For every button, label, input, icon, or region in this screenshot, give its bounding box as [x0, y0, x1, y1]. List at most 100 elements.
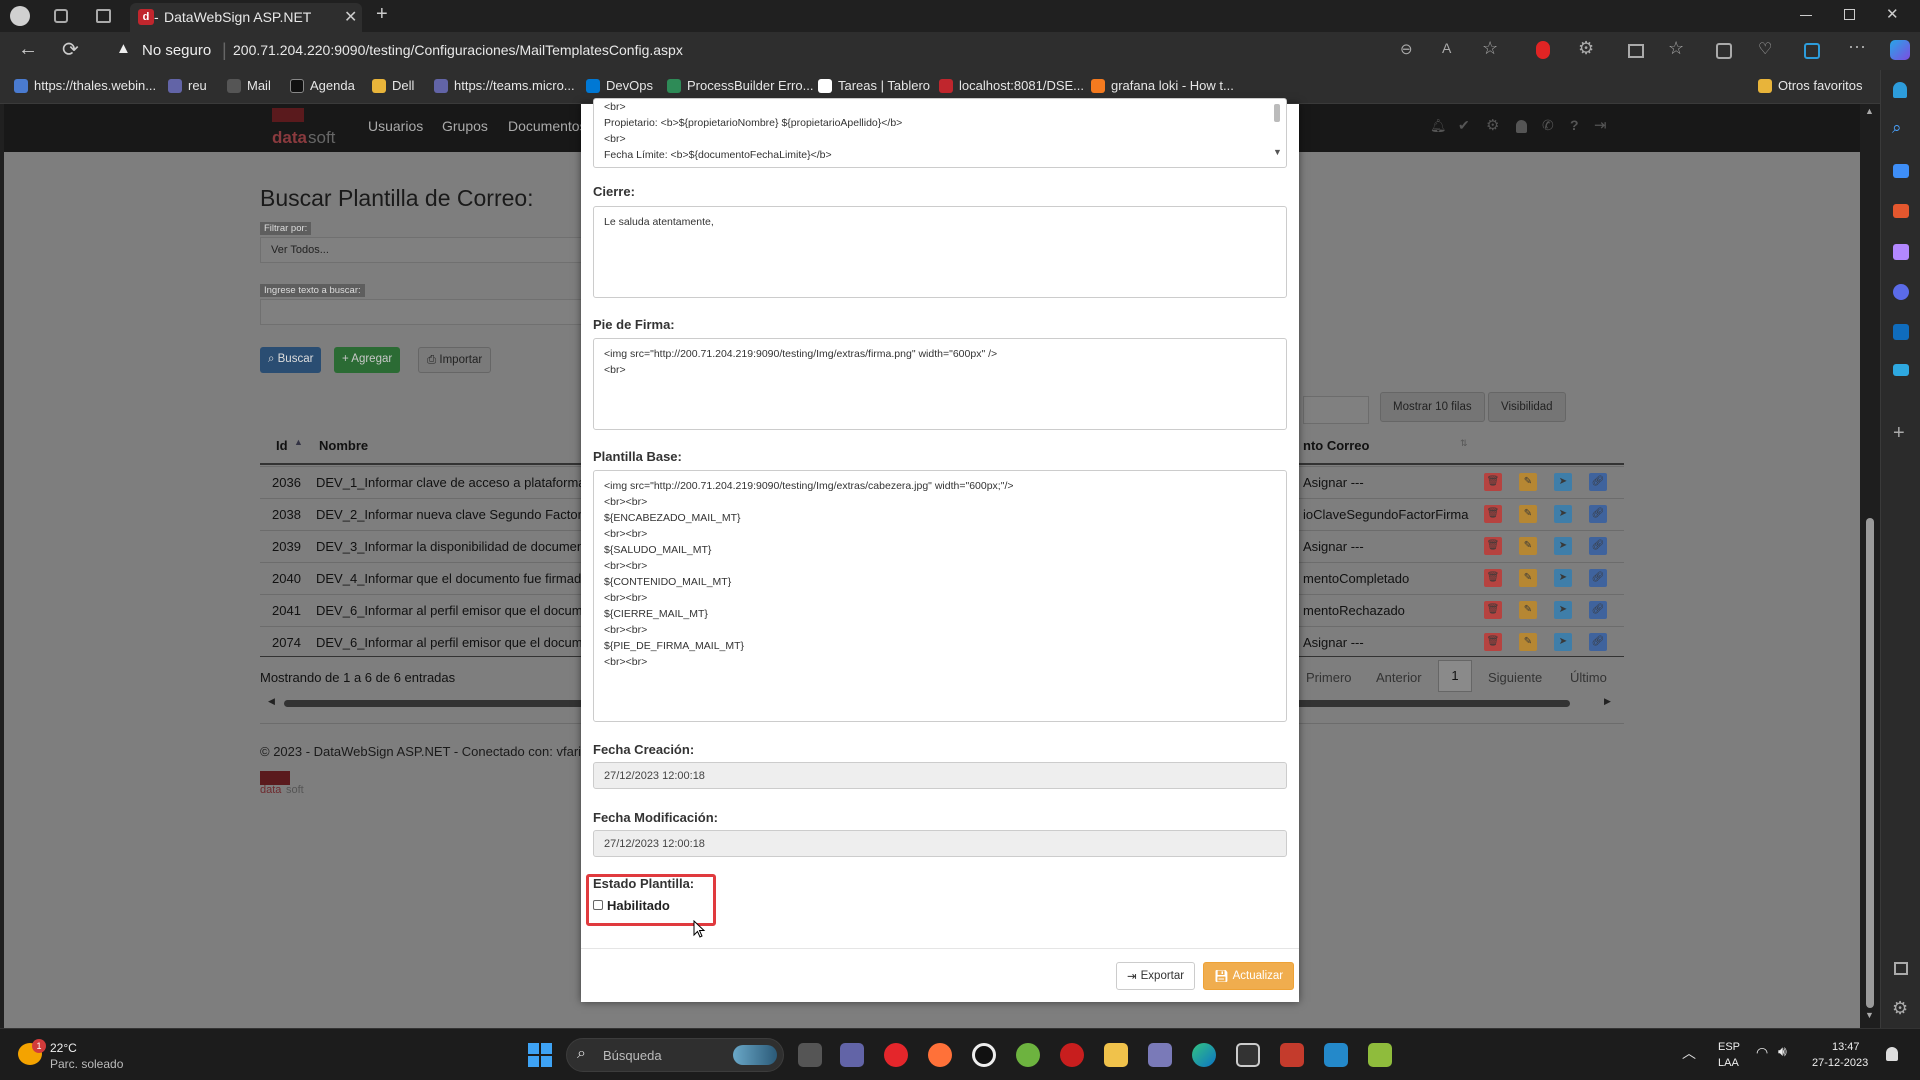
weather-desc[interactable]: Parc. soleado — [50, 1057, 123, 1071]
tools-icon[interactable] — [1893, 204, 1909, 218]
close-tab-icon[interactable]: ✕ — [344, 7, 357, 27]
url-text[interactable]: 200.71.204.220:9090/testing/Configuracio… — [233, 42, 683, 58]
base-template-textarea[interactable]: <img src="http://200.71.204.219:9090/tes… — [593, 470, 1287, 722]
fav-item-2[interactable]: Mail — [227, 78, 271, 93]
phone-icon[interactable]: ✆ — [1542, 117, 1554, 134]
link-icon[interactable]: 🔗︎ — [1589, 473, 1607, 491]
opera-icon[interactable] — [884, 1043, 908, 1067]
more-icon[interactable]: ⋯ — [1848, 37, 1866, 58]
pager-last[interactable]: Último — [1570, 670, 1607, 685]
add-button[interactable]: + Agregar — [334, 347, 401, 373]
fav-item-8[interactable]: Tareas | Tablero — [818, 78, 930, 93]
export-button[interactable]: ⇥ Exportar — [1116, 962, 1196, 990]
enabled-label[interactable]: Habilitado — [607, 898, 670, 913]
extensions-icon[interactable]: ⚙ — [1578, 38, 1594, 59]
games-icon[interactable] — [1893, 244, 1909, 260]
weather-temp[interactable]: 22°C — [50, 1041, 77, 1055]
windows-start-icon[interactable] — [528, 1043, 552, 1067]
pager-next[interactable]: Siguiente — [1488, 670, 1542, 685]
closing-textarea[interactable]: Le saluda atentamente, — [593, 206, 1287, 298]
task-view-icon[interactable] — [798, 1043, 822, 1067]
edit-icon[interactable]: ✎ — [1519, 473, 1537, 491]
gear-icon[interactable]: ⚙ — [1486, 116, 1499, 134]
search-icon[interactable]: ⌕ — [1892, 118, 1902, 138]
delete-icon[interactable]: 🗑︎ — [1484, 633, 1502, 651]
tab-active[interactable]: d DataWebSign ASP.NET - ✕ — [130, 3, 362, 32]
notifications-icon[interactable] — [1893, 82, 1907, 98]
new-tab-icon[interactable]: + — [376, 3, 388, 26]
collections-icon[interactable] — [1716, 43, 1732, 59]
fav-item-9[interactable]: localhost:8081/DSE... — [939, 78, 1084, 93]
help-icon[interactable]: ? — [1570, 117, 1579, 133]
warning-icon[interactable]: ▲ — [116, 40, 131, 57]
firefox-icon[interactable] — [928, 1043, 952, 1067]
link-icon[interactable]: 🔗︎ — [1589, 569, 1607, 587]
logout-icon[interactable]: ⇥ — [1594, 116, 1607, 134]
send-icon[interactable]: ➤ — [1554, 569, 1572, 587]
link-icon[interactable]: 🔗︎ — [1589, 633, 1607, 651]
nav-grupos[interactable]: Grupos — [442, 118, 488, 134]
pager-prev[interactable]: Anterior — [1376, 670, 1422, 685]
profile-avatar-icon[interactable] — [10, 6, 30, 26]
fav-item-3[interactable]: Agenda — [290, 78, 355, 93]
content-textarea[interactable]: <br> Propietario: <b>${propietarioNombre… — [593, 98, 1287, 168]
send-icon[interactable]: ➤ — [1554, 537, 1572, 555]
add-sidebar-icon[interactable]: + — [1893, 422, 1905, 445]
other-favorites[interactable]: Otros favoritos — [1758, 78, 1863, 93]
edit-icon[interactable]: ✎ — [1519, 537, 1537, 555]
extension-red-icon[interactable] — [1536, 41, 1550, 59]
opera-red-icon[interactable] — [1060, 1043, 1084, 1067]
show-rows-button[interactable]: Mostrar 10 filas — [1380, 392, 1485, 422]
notepad-icon[interactable] — [1368, 1043, 1392, 1067]
clock-date[interactable]: 27-12-2023 — [1812, 1057, 1868, 1069]
settings-icon[interactable]: ⚙ — [1892, 998, 1908, 1019]
content-scroll-down-icon[interactable]: ▼ — [1273, 147, 1282, 157]
send-icon[interactable]: ➤ — [1554, 473, 1572, 491]
edit-icon[interactable]: ✎ — [1519, 505, 1537, 523]
performance-icon[interactable]: ♡ — [1758, 39, 1772, 59]
pager-first[interactable]: Primero — [1306, 670, 1352, 685]
favorites-icon[interactable]: ☆ — [1668, 38, 1684, 59]
shopping-icon[interactable] — [1893, 164, 1909, 178]
security-label[interactable]: No seguro — [142, 42, 211, 59]
fav-item-7[interactable]: ProcessBuilder Erro... — [667, 78, 813, 93]
vscode-icon[interactable] — [1324, 1043, 1348, 1067]
clock-time[interactable]: 13:47 — [1832, 1041, 1860, 1053]
spring-icon[interactable] — [1016, 1043, 1040, 1067]
edge-icon[interactable] — [1192, 1043, 1216, 1067]
content-scroll-thumb[interactable] — [1274, 104, 1280, 122]
app-icon[interactable] — [1148, 1043, 1172, 1067]
signature-textarea[interactable]: <img src="http://200.71.204.219:9090/tes… — [593, 338, 1287, 430]
user-icon[interactable] — [1516, 120, 1527, 133]
volume-icon[interactable]: 🔊︎ — [1778, 1043, 1787, 1060]
close-window-icon[interactable]: ✕ — [1886, 5, 1899, 23]
scroll-right-icon[interactable]: ▶ — [1604, 696, 1611, 707]
link-icon[interactable]: 🔗︎ — [1589, 601, 1607, 619]
send-icon[interactable] — [1893, 364, 1909, 376]
back-icon[interactable]: ← — [18, 38, 38, 61]
fav-item-0[interactable]: https://thales.webin... — [14, 78, 156, 93]
nav-documentos[interactable]: Documentos — [508, 118, 587, 134]
col-mail[interactable]: nto Correo — [1303, 438, 1369, 453]
delete-icon[interactable]: 🗑︎ — [1484, 505, 1502, 523]
check-icon[interactable]: ✔ — [1458, 117, 1470, 134]
zoom-icon[interactable]: ⊖ — [1400, 40, 1413, 58]
page-scrollbar[interactable]: ▲ ▼ — [1860, 104, 1880, 1028]
search-button[interactable]: ⌕ Buscar — [260, 347, 322, 373]
workspaces-icon[interactable] — [54, 9, 68, 23]
edit-icon[interactable]: ✎ — [1519, 633, 1537, 651]
bell-icon[interactable]: 🔔︎ — [1430, 118, 1447, 134]
teams-app-icon[interactable] — [840, 1043, 864, 1067]
favorite-star-icon[interactable]: ☆ — [1482, 38, 1498, 59]
scroll-left-icon[interactable]: ◀ — [268, 696, 275, 707]
hide-sidebar-icon[interactable] — [1894, 962, 1908, 975]
send-icon[interactable]: ➤ — [1554, 601, 1572, 619]
delete-icon[interactable]: 🗑︎ — [1484, 537, 1502, 555]
tab-actions-icon[interactable] — [96, 9, 111, 23]
lang-2[interactable]: LAA — [1718, 1057, 1739, 1069]
grid-app-icon[interactable] — [1280, 1043, 1304, 1067]
opera-gx-icon[interactable] — [972, 1043, 996, 1067]
browser-essentials-icon[interactable] — [1804, 43, 1820, 59]
scrollbar-thumb[interactable] — [1866, 518, 1874, 1008]
fav-item-4[interactable]: Dell — [372, 78, 414, 93]
